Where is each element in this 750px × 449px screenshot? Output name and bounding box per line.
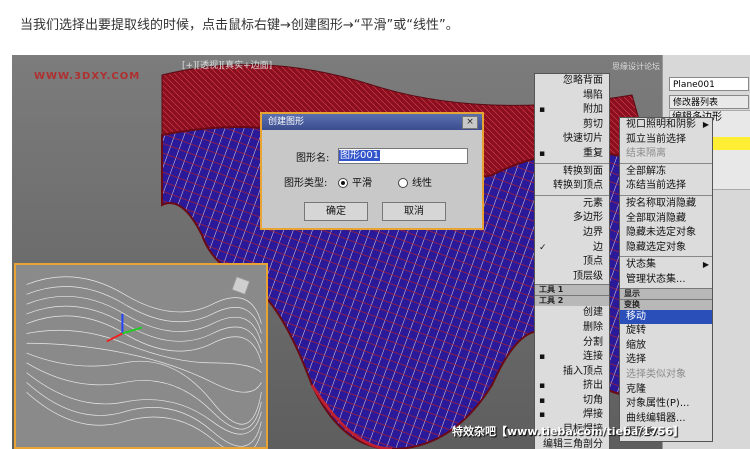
max-screenshot: WWW.3DXY.COM 思缘设计论坛 www.MISSVUAN.COM [+]… [12,55,750,449]
menu-item[interactable]: 隐藏选定对象 [620,241,712,256]
menu-separator [620,256,712,258]
close-button[interactable]: × [462,116,478,129]
checkbox-icon: ▪ [539,381,546,392]
menu-item[interactable]: ▪ 切角 [535,394,609,409]
menu-item[interactable]: ▪ 重复 [535,147,609,162]
checkbox-icon: ▪ [539,148,546,159]
menu-item[interactable]: 缩放 [620,339,712,354]
shape-name-input[interactable]: 图形001 [338,148,468,164]
wireframe-inset-viewport[interactable] [14,263,268,449]
modifier-list-dropdown[interactable]: 修改器列表 [669,95,749,109]
menu-item[interactable]: 转换到顶点 [535,179,609,194]
menu-item[interactable]: 快速切片 [535,132,609,147]
menu-item[interactable]: 分割 [535,336,609,351]
menu-separator [535,162,609,164]
checkbox-icon: ▪ [539,395,546,406]
menu-item[interactable]: 克隆 [620,383,712,398]
menu-item[interactable]: 边界 [535,226,609,241]
radio-linear[interactable]: 线性 [398,174,432,189]
menu-separator [620,194,712,196]
menu-item[interactable]: 顶点 [535,255,609,270]
viewport-label[interactable]: [+][透视][真实+边面] [182,58,272,71]
dialog-title-bar[interactable]: 创建图形 × [262,114,482,130]
object-name-field[interactable]: Plane001 [669,77,749,91]
menu-item-disabled: 选择类似对象 [626,368,686,380]
radio-unchecked-icon [398,178,408,188]
menu-item[interactable]: 剪切 [535,118,609,133]
menu-item[interactable]: 全部取消隐藏 [620,212,712,227]
menu-item[interactable]: ▪ 附加 [535,103,609,118]
menu-item[interactable]: 对象属性(P)... [620,397,712,412]
checkmark-icon: ✓ [539,242,547,253]
menu-item[interactable]: 转换到面 [535,165,609,180]
bottom-watermark: 特效杂吧【www.tieba.com/tieba/1756】 [452,425,684,438]
menu-item[interactable]: ▪ 挤出 [535,379,609,394]
section-header: 显示 [620,287,712,299]
menu-item[interactable]: ✓ 边 [535,241,609,256]
menu-item[interactable]: 冻结当前选择 [620,179,712,194]
quad-menu-right: 视口照明和阴影 ▶ 孤立当前选择 结束隔离 全部解冻 冻结当前选择 按名称取消隐藏… [619,117,713,442]
section-header: 工具 2 [535,295,609,307]
menu-item[interactable]: 创建 [535,306,609,321]
checkbox-icon: ▪ [539,352,546,363]
menu-item[interactable]: 插入顶点 [535,365,609,380]
menu-separator [535,194,609,196]
menu-item[interactable]: 管理状态集... [620,273,712,288]
radio-checked-icon [338,178,348,188]
menu-item[interactable]: 孤立当前选择 [620,133,712,148]
menu-item[interactable]: 顶层级 [535,270,609,285]
menu-item[interactable]: 旋转 [620,324,712,339]
section-header: 工具 1 [535,284,609,296]
menu-item-highlighted[interactable]: 移动 [620,309,712,325]
menu-item[interactable]: 多边形 [535,211,609,226]
menu-item[interactable]: 忽略背面 [535,74,609,89]
menu-item[interactable]: 隐藏未选定对象 [620,226,712,241]
quad-menu-left: 忽略背面 塌陷 ▪ 附加 剪切 快速切片 ▪ 重复 转换到面 转换到顶点 元素 多边… [534,73,610,449]
site-watermark: WWW.3DXY.COM [34,71,141,82]
radio-smooth[interactable]: 平滑 [338,174,372,189]
cancel-button[interactable]: 取消 [382,202,446,221]
menu-item[interactable]: 选择 [620,353,712,368]
shape-name-label: 图形名: [296,153,330,164]
menu-item[interactable]: ▪ 焊接 [535,408,609,423]
submenu-arrow-icon: ▶ [702,260,709,270]
menu-item[interactable]: 按名称取消隐藏 [620,197,712,212]
section-header: 变换 [620,298,712,310]
checkbox-icon: ▪ [539,410,546,421]
menu-item[interactable]: 塌陷 [535,89,609,104]
checkbox-icon: ▪ [539,105,546,116]
menu-separator [620,162,712,164]
submenu-arrow-icon: ▶ [702,120,709,129]
menu-item[interactable]: 状态集 ▶ [620,258,712,273]
ok-button[interactable]: 确定 [304,202,368,221]
dialog-title: 创建图形 [268,117,305,127]
menu-item[interactable]: 全部解冻 [620,165,712,180]
menu-item[interactable]: 元素 [535,197,609,212]
menu-item[interactable]: 视口照明和阴影 ▶ [620,118,712,133]
shape-type-label: 图形类型: [284,178,328,189]
menu-item[interactable]: 删除 [535,321,609,336]
menu-item[interactable]: ▪ 连接 [535,350,609,365]
create-shape-dialog: 创建图形 × 图形名: 图形001 图形类型: 平滑 线性 确定 取消 [260,112,484,230]
caption: 当我们选择出要提取线的时候，点击鼠标右键→创建图形→“平滑”或“线性”。 [20,18,459,33]
menu-item-disabled: 结束隔离 [626,148,666,160]
menu-item[interactable]: 编辑三角剖分 [535,438,609,449]
